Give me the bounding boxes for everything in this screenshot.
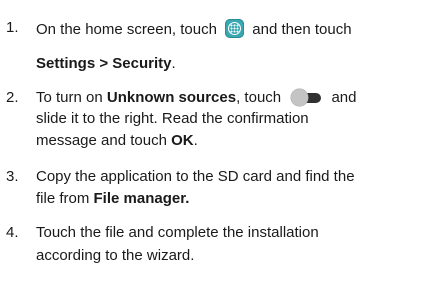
step-line: Touch the file and complete the installa… (36, 224, 319, 242)
step-line: Settings > Security. (36, 55, 176, 73)
button-name: OK (171, 132, 194, 149)
step-number: 4. (6, 224, 19, 241)
apps-grid-icon (225, 19, 245, 38)
step-text: and (331, 89, 357, 106)
step-line: slide it to the right. Read the confirma… (36, 110, 309, 128)
step-number: 3. (6, 168, 19, 185)
step-text: . (171, 55, 176, 72)
step-text: Touch the file and complete the installa… (36, 224, 319, 241)
step-line: To turn on Unknown sources, touch and (36, 89, 357, 107)
step-text: message and touch (36, 132, 172, 149)
step-text: file from (36, 190, 94, 207)
step-text: slide it to the right. Read the confirma… (36, 110, 309, 127)
step-line: message and touch OK. (36, 132, 198, 150)
toggle-switch-icon (291, 89, 322, 106)
step-line: Copy the application to the SD card and … (36, 168, 355, 186)
step-line: file from File manager. (36, 190, 189, 208)
step-text: , touch (236, 89, 282, 106)
step-text: according to the wizard. (36, 247, 195, 264)
step-text: . (193, 132, 198, 149)
step-line: On the home screen, touch and then touch (36, 19, 352, 39)
app-name: File manager. (93, 190, 190, 207)
step-text: and then touch (252, 21, 352, 38)
step-line: according to the wizard. (36, 247, 194, 265)
menu-path: Settings > Security (36, 55, 172, 72)
setting-name: Unknown sources (106, 89, 237, 106)
step-number: 1. (6, 19, 19, 36)
step-text: To turn on (36, 89, 107, 106)
step-number: 2. (6, 89, 19, 106)
step-text: Copy the application to the SD card and … (36, 168, 355, 185)
step-text: On the home screen, touch (36, 21, 217, 38)
